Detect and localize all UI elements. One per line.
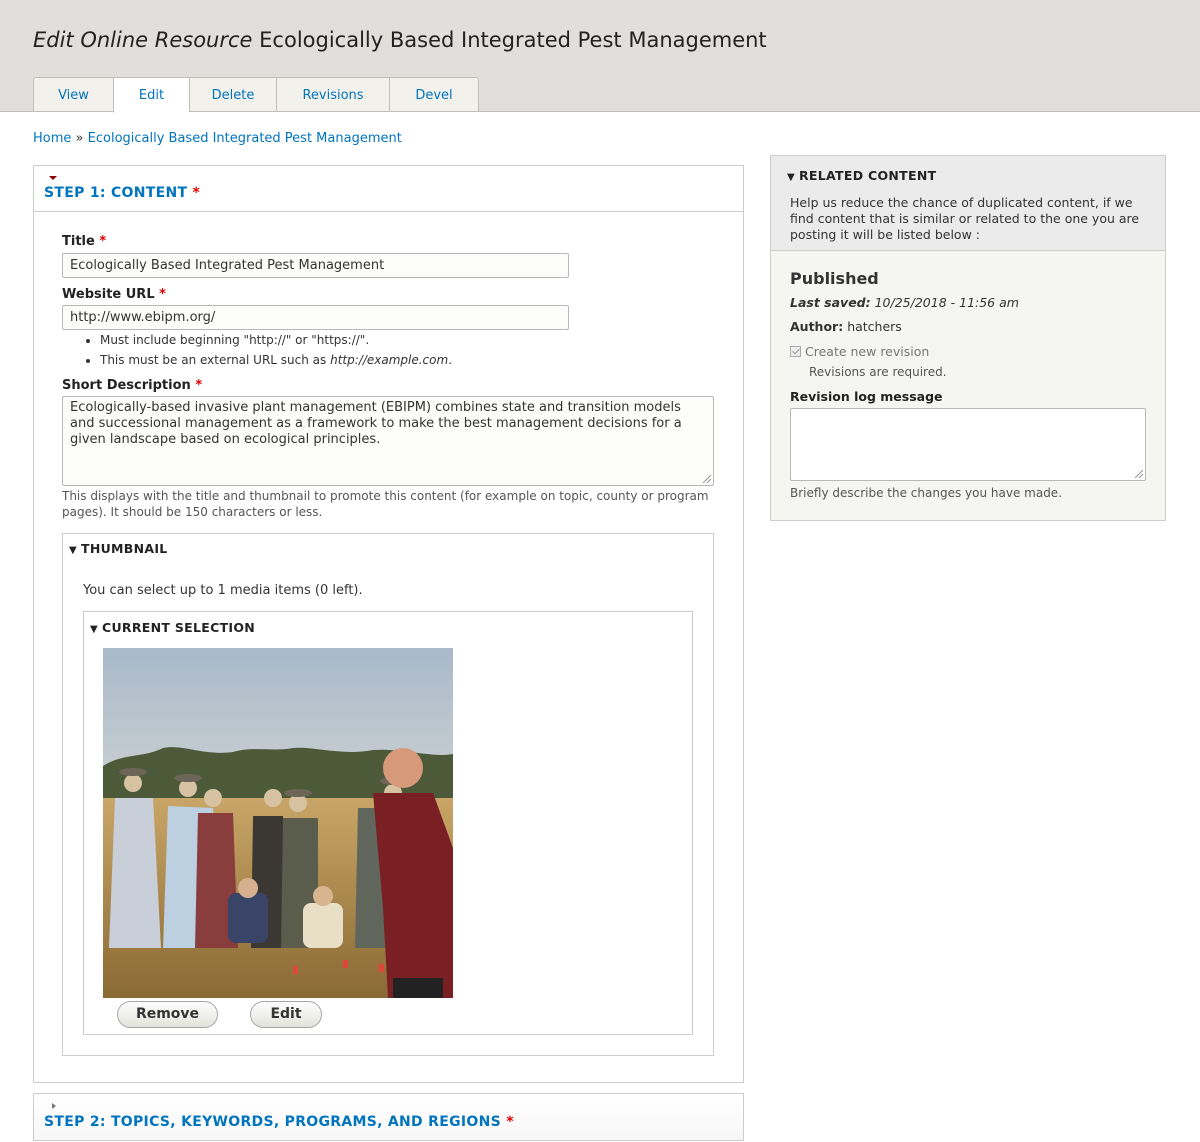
- last-saved-value: 10/25/2018 - 11:56 am: [874, 295, 1019, 310]
- thumbnail-image[interactable]: [103, 648, 453, 998]
- page-header: Edit Online Resource Ecologically Based …: [0, 0, 1200, 113]
- tab-revisions[interactable]: Revisions: [276, 77, 389, 112]
- required-marker: *: [195, 378, 203, 393]
- url-help-item: This must be an external URL such as htt…: [100, 350, 452, 370]
- tab-devel[interactable]: Devel: [389, 77, 479, 112]
- author-label: Author:: [790, 319, 844, 334]
- step2-heading-text: STEP 2: TOPICS, KEYWORDS, PROGRAMS, AND …: [44, 1114, 501, 1130]
- revision-log-label: Revision log message: [790, 389, 943, 404]
- website-url-input[interactable]: http://www.ebipm.org/: [62, 305, 569, 330]
- url-help-example: http://example.com: [330, 353, 449, 367]
- collapse-arrow-icon: ▼: [90, 624, 98, 635]
- required-marker: *: [159, 287, 166, 302]
- edit-button[interactable]: Edit: [250, 1001, 322, 1028]
- author-value: hatchers: [847, 319, 902, 334]
- related-content-text: Help us reduce the chance of duplicated …: [790, 195, 1140, 242]
- page-title-prefix: Edit Online Resource: [33, 28, 253, 52]
- publish-status: Published: [790, 269, 879, 288]
- remove-button[interactable]: Remove: [117, 1001, 218, 1028]
- step2-heading[interactable]: STEP 2: TOPICS, KEYWORDS, PROGRAMS, AND …: [44, 1114, 514, 1130]
- url-help-period: .: [448, 353, 453, 367]
- resize-grip-icon[interactable]: [1135, 470, 1143, 478]
- url-help-text: Must include beginning "http://" or "htt…: [100, 333, 370, 347]
- new-revision-checkbox-row: Create new revision: [790, 344, 929, 359]
- breadcrumb-current-link[interactable]: Ecologically Based Integrated Pest Manag…: [88, 131, 402, 146]
- page-title-text: Ecologically Based Integrated Pest Manag…: [259, 28, 767, 52]
- title-input[interactable]: Ecologically Based Integrated Pest Manag…: [62, 253, 569, 278]
- thumbnail-legend[interactable]: ▼ THUMBNAIL: [69, 541, 168, 556]
- tab-delete[interactable]: Delete: [189, 77, 276, 112]
- revision-log-textarea[interactable]: [790, 408, 1146, 481]
- title-label-text: Title: [62, 234, 95, 249]
- website-url-label: Website URL *: [62, 287, 166, 302]
- collapse-triangle-icon[interactable]: [49, 176, 57, 180]
- current-selection-legend-text: CURRENT SELECTION: [102, 620, 256, 635]
- new-revision-label: Create new revision: [805, 344, 930, 359]
- related-content-title: RELATED CONTENT: [799, 168, 937, 183]
- expand-triangle-icon[interactable]: [52, 1103, 56, 1109]
- breadcrumb-home-link[interactable]: Home: [33, 131, 71, 146]
- revision-log-help: Briefly describe the changes you have ma…: [790, 486, 1063, 500]
- breadcrumb-separator: »: [75, 131, 84, 146]
- last-saved: Last saved: 10/25/2018 - 11:56 am: [790, 295, 1019, 310]
- author-line: Author: hatchers: [790, 319, 902, 334]
- required-marker: *: [192, 185, 201, 201]
- revisions-required-note: Revisions are required.: [809, 365, 947, 379]
- title-label: Title *: [62, 234, 106, 249]
- step1-heading-text: STEP 1: CONTENT: [44, 185, 188, 201]
- website-url-label-text: Website URL: [62, 287, 155, 302]
- short-description-help: This displays with the title and thumbna…: [62, 489, 709, 519]
- collapse-arrow-icon: ▼: [787, 172, 795, 183]
- meta-sidebar: ▼ RELATED CONTENT Help us reduce the chan…: [770, 155, 1166, 521]
- resize-grip-icon[interactable]: [703, 475, 711, 483]
- thumbnail-photo: [103, 648, 453, 998]
- short-description-label-text: Short Description: [62, 378, 191, 393]
- collapse-arrow-icon: ▼: [69, 545, 77, 556]
- new-revision-checkbox[interactable]: [790, 346, 801, 357]
- current-selection-legend[interactable]: ▼ CURRENT SELECTION: [90, 620, 255, 635]
- related-content-heading[interactable]: ▼ RELATED CONTENT: [787, 168, 936, 183]
- url-help-text: This must be an external URL such as: [100, 353, 331, 367]
- breadcrumb: Home » Ecologically Based Integrated Pes…: [33, 131, 402, 146]
- page-title: Edit Online Resource Ecologically Based …: [33, 28, 767, 52]
- required-marker: *: [506, 1114, 514, 1130]
- tab-view[interactable]: View: [33, 77, 113, 112]
- step1-divider: [34, 211, 743, 212]
- step2-fieldset[interactable]: STEP 2: TOPICS, KEYWORDS, PROGRAMS, AND …: [33, 1093, 744, 1141]
- url-help-item: Must include beginning "http://" or "htt…: [100, 330, 452, 350]
- required-marker: *: [99, 234, 107, 249]
- url-help-list: Must include beginning "http://" or "htt…: [62, 330, 452, 370]
- short-description-textarea[interactable]: Ecologically-based invasive plant manage…: [62, 396, 714, 486]
- last-saved-label: Last saved:: [790, 295, 871, 310]
- related-content-panel: ▼ RELATED CONTENT Help us reduce the chan…: [771, 156, 1165, 251]
- tab-edit[interactable]: Edit: [113, 77, 189, 113]
- thumbnail-info: You can select up to 1 media items (0 le…: [83, 583, 363, 598]
- short-description-label: Short Description *: [62, 378, 202, 393]
- short-description-value: Ecologically-based invasive plant manage…: [70, 400, 682, 447]
- primary-tabs: View Edit Delete Revisions Devel: [33, 77, 479, 113]
- thumbnail-legend-text: THUMBNAIL: [81, 541, 168, 556]
- step1-heading[interactable]: STEP 1: CONTENT *: [44, 185, 200, 201]
